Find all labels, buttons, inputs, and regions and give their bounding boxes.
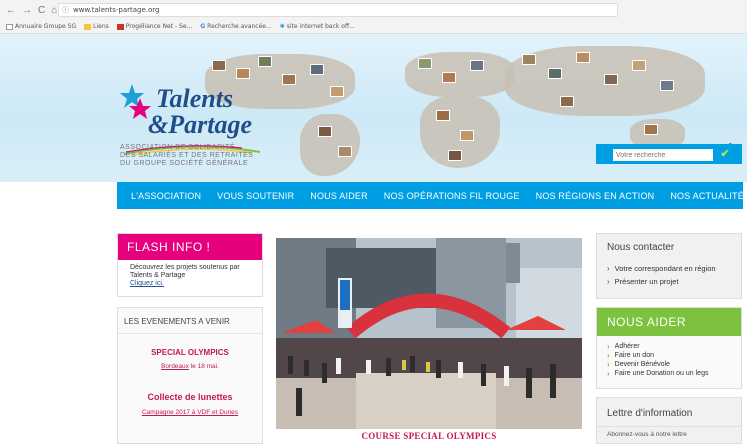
reload-icon[interactable]: C (38, 5, 45, 16)
help-us-link[interactable]: › Adhérer (597, 342, 741, 351)
nav-item-actualites[interactable]: NOS ACTUALITÉS (662, 191, 747, 201)
site-icon (116, 24, 124, 30)
mosaic-tile (282, 74, 296, 85)
map-south-america (300, 114, 360, 176)
contact-link[interactable]: › Votre correspondant en région (597, 262, 741, 275)
folder-icon (84, 24, 92, 30)
events-title: LES EVENEMENTS A VENIR (118, 308, 262, 334)
race-photo-image (276, 238, 582, 429)
bookmark-item[interactable]: Annuaire Groupe SG (6, 21, 76, 33)
feature-photo[interactable] (276, 238, 582, 429)
bookmark-item[interactable]: Liens (84, 21, 109, 33)
mosaic-tile (338, 146, 352, 157)
flash-info-title: FLASH INFO ! (118, 234, 262, 260)
flash-info-text: Découvrez les projets soutenus par Talen… (118, 260, 262, 292)
help-us-link[interactable]: › Devenir Bénévole (597, 360, 741, 369)
google-icon: G (200, 23, 206, 30)
check-icon[interactable]: ✔ (718, 147, 732, 161)
mosaic-tile (448, 150, 462, 161)
nav-item-operations[interactable]: NOS OPÉRATIONS FIL ROUGE (376, 191, 528, 201)
chevron-right-icon: › (607, 369, 610, 378)
bookmark-item[interactable]: Progéliance Net - Se... (116, 21, 192, 33)
bookmark-item[interactable]: ✱ site internet back off... (280, 21, 355, 33)
nav-item-nous-aider[interactable]: NOUS AIDER (302, 191, 376, 201)
flash-info-link[interactable]: Cliquez ici. (130, 280, 250, 288)
contact-link[interactable]: › Présenter un projet (597, 275, 741, 288)
main-nav: L'ASSOCIATION VOUS SOUTENIR NOUS AIDER N… (117, 182, 747, 209)
feature-caption[interactable]: COURSE SPECIAL OLYMPICS (276, 431, 582, 441)
help-us-link[interactable]: › Faire une Donation ou un legs (597, 369, 741, 378)
mosaic-tile (560, 96, 574, 107)
logo-text-line2: &Partage (148, 110, 252, 139)
chevron-right-icon: › (607, 342, 610, 351)
browser-nav: ← → C ⌂ (6, 5, 57, 16)
nav-item-regions[interactable]: NOS RÉGIONS EN ACTION (528, 191, 663, 201)
mosaic-tile (310, 64, 324, 75)
bookmark-item[interactable]: G Recherche avancée... (200, 21, 271, 33)
browser-chrome: ← → C ⌂ ⓘ www.talents-partage.org Annuai… (0, 0, 747, 34)
mosaic-tile (460, 130, 474, 141)
site-tagline: ASSOCIATION DE SOLIDARITÉ DES SALARIÉS E… (120, 144, 254, 167)
newsletter-text: Abonnez-vous à notre lettre (597, 426, 741, 442)
nav-item-association[interactable]: L'ASSOCIATION (117, 191, 209, 201)
flash-info-panel: FLASH INFO ! Découvrez les projets soute… (117, 233, 263, 297)
mosaic-tile (522, 54, 536, 65)
contact-panel: Nous contacter › Votre correspondant en … (596, 233, 742, 299)
mosaic-tile (576, 52, 590, 63)
chevron-right-icon: › (607, 360, 610, 369)
mosaic-tile (236, 68, 250, 79)
help-us-link[interactable]: › Faire un don (597, 351, 741, 360)
newsletter-panel: Lettre d'information Abonnez-vous à notr… (596, 397, 742, 444)
site-logo-icon: ✱ (279, 23, 285, 30)
mosaic-tile (330, 86, 344, 97)
chevron-right-icon: › (607, 277, 610, 286)
event-date: le 18 mai. (188, 363, 219, 370)
event-link[interactable]: Campagne 2017 à VDF et Dunes (118, 409, 262, 416)
back-icon[interactable]: ← (6, 5, 16, 16)
forward-icon[interactable]: → (22, 5, 32, 16)
help-us-links: › Adhérer › Faire un don › Devenir Bénévole… (597, 336, 741, 378)
mosaic-tile (548, 68, 562, 79)
home-icon[interactable]: ⌂ (51, 5, 57, 16)
event-location-link[interactable]: Bordeaux (161, 363, 189, 370)
mosaic-tile (436, 110, 450, 121)
mosaic-tile (604, 74, 618, 85)
contact-title: Nous contacter (607, 242, 675, 253)
mosaic-tile (644, 124, 658, 135)
mosaic-tile (442, 72, 456, 83)
search-input[interactable] (613, 149, 713, 161)
help-us-panel: NOUS AIDER › Adhérer › Faire un don › Deven… (596, 307, 742, 389)
event-details: Bordeaux le 18 mai. (118, 363, 262, 370)
mosaic-tile (258, 56, 272, 67)
address-bar[interactable]: ⓘ www.talents-partage.org (58, 3, 618, 17)
newsletter-title: Lettre d'information (607, 408, 693, 419)
bookmarks-bar: Annuaire Groupe SG Liens Progéliance Net… (0, 21, 747, 33)
url-text: www.talents-partage.org (73, 6, 160, 14)
page-icon (6, 24, 13, 30)
mosaic-tile (632, 60, 646, 71)
mosaic-tile (318, 126, 332, 137)
chevron-right-icon: › (607, 264, 610, 273)
chevron-right-icon: › (607, 351, 610, 360)
event-title[interactable]: SPECIAL OLYMPICS (118, 348, 262, 357)
mosaic-tile (660, 80, 674, 91)
event-title[interactable]: Collecte de lunettes (118, 392, 262, 402)
help-us-title: NOUS AIDER (597, 308, 741, 336)
mosaic-tile (470, 60, 484, 71)
events-panel: LES EVENEMENTS A VENIR SPECIAL OLYMPICS … (117, 307, 263, 444)
nav-item-vous-soutenir[interactable]: VOUS SOUTENIR (209, 191, 302, 201)
mosaic-tile (418, 58, 432, 69)
mosaic-tile (212, 60, 226, 71)
info-icon: ⓘ (62, 6, 69, 14)
